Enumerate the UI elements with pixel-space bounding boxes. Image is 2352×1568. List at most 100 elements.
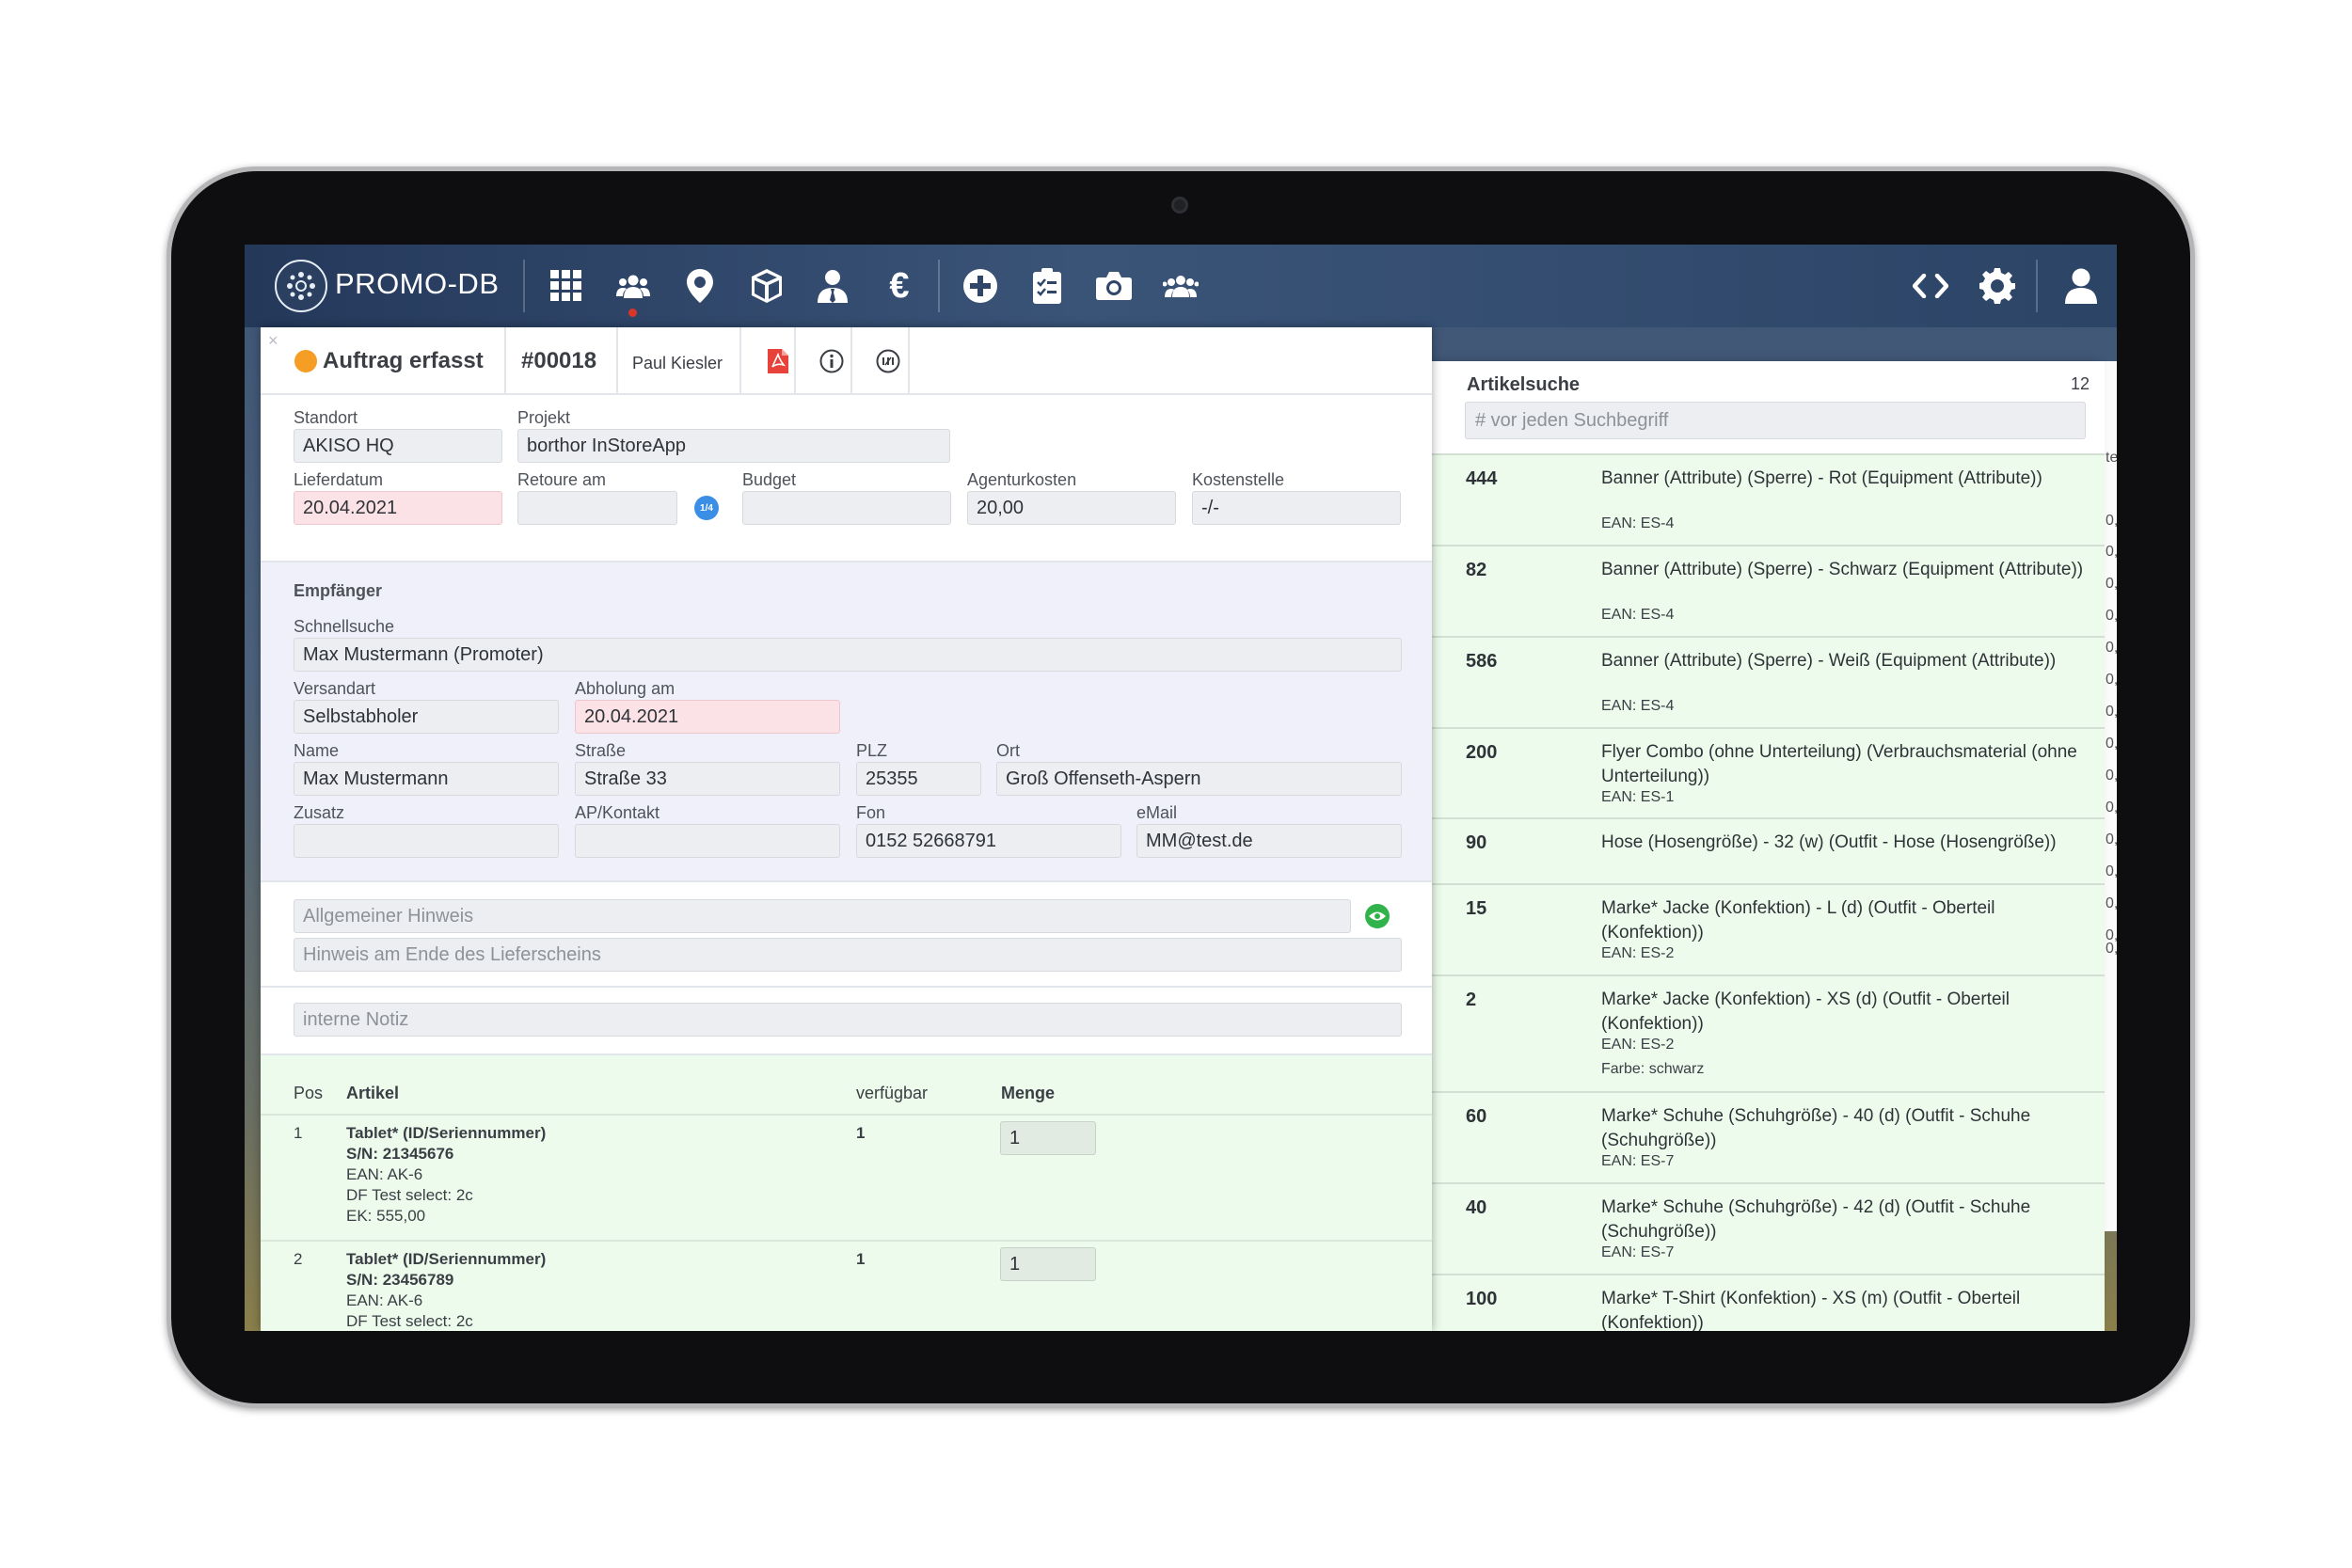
name-field[interactable]: Max Mustermann [294,762,559,796]
plus-circle-icon[interactable] [958,263,1003,309]
article-list-item[interactable]: 60 Marke* Schuhe (Schuhgröße) - 40 (d) (… [1432,1091,2105,1182]
article-name: Banner (Attribute) (Sperre) - Schwarz (E… [1601,560,2084,579]
versandart-field[interactable]: Selbstabholer [294,700,559,734]
kostenstelle-label: Kostenstelle [1192,470,1285,489]
order-status-title: Auftrag erfasst [323,348,484,373]
article-ean: EAN: ES-4 [1601,698,1675,714]
projekt-field[interactable]: borthor InStoreApp [517,429,950,463]
edge-fragment: 0,0 [2106,513,2117,529]
article-name: Banner (Attribute) (Sperre) - Rot (Equip… [1601,468,2042,488]
standort-field[interactable]: AKISO HQ [294,429,502,463]
location-pin-icon[interactable] [677,263,723,309]
internal-note-input[interactable]: interne Notiz [294,1003,1402,1037]
ort-label: Ort [996,741,1020,760]
user-tie-icon[interactable] [810,263,855,309]
article-search-input[interactable]: # vor jeden Suchbegriff [1465,402,2086,439]
budget-label: Budget [742,470,797,489]
edge-fragment: 0,0 [2106,800,2117,816]
info-icon[interactable] [815,344,849,378]
zusatz-field[interactable] [294,824,559,858]
active-indicator-dot [628,309,637,317]
projekt-label: Projekt [517,408,571,427]
fon-field[interactable]: 0152 52668791 [856,824,1121,858]
fon-label: Fon [856,803,886,822]
retoure-field[interactable] [517,491,677,525]
order-version-icon[interactable] [871,344,905,378]
article-list-item[interactable]: 2 Marke* Jacke (Konfektion) - XS (d) (Ou… [1432,974,2105,1091]
lieferdatum-field[interactable]: 20.04.2021 [294,491,502,525]
strasse-field[interactable]: Straße 33 [575,762,840,796]
edge-fragment: te [2106,450,2117,466]
code-icon[interactable] [1908,263,1953,309]
article-ean: EAN: ES-4 [1601,515,1675,531]
email-field[interactable]: MM@test.de [1136,824,1402,858]
gear-icon[interactable] [1975,263,2020,309]
close-icon[interactable]: × [268,331,278,351]
euro-icon[interactable]: € [877,263,922,309]
article-list-item[interactable]: 90 Hose (Hosengröße) - 32 (w) (Outfit - … [1432,817,2105,883]
budget-field[interactable] [742,491,951,525]
ort-field[interactable]: Groß Offenseth-Aspern [996,762,1402,796]
end-note-input[interactable]: Hinweis am Ende des Lieferscheins [294,938,1402,972]
edge-fragment: 0,0 [2106,608,2117,624]
article-list-item[interactable]: 40 Marke* Schuhe (Schuhgröße) - 42 (d) (… [1432,1182,2105,1274]
row-divider [261,1240,1432,1242]
grid-icon[interactable] [544,263,589,309]
article-qty: 2 [1466,990,1477,1010]
logo[interactable] [275,260,327,312]
logo-emblem-icon [287,272,315,300]
article-list-item[interactable]: 444 Banner (Attribute) (Sperre) - Rot (E… [1432,453,2105,545]
quantity-input[interactable]: 1 [1000,1121,1096,1155]
header-divider [616,327,618,395]
row-divider [261,1114,1432,1116]
article-ean: EAN: ES-7 [1601,1244,1675,1260]
edge-fragment: 0,0 [2106,544,2117,560]
retoure-badge[interactable]: 1/4 [694,496,719,520]
camera-lens [1171,197,1188,214]
user-icon[interactable] [2058,263,2104,309]
group-icon[interactable] [1158,263,1203,309]
abholung-field[interactable]: 20.04.2021 [575,700,840,734]
schnellsuche-field[interactable]: Max Mustermann (Promoter) [294,638,1402,672]
plz-field[interactable]: 25355 [856,762,981,796]
order-user: Paul Kiesler [632,354,723,372]
article-color: Farbe: schwarz [1601,1061,1705,1077]
recipient-title: Empfänger [294,581,383,600]
article-name: Marke* T-Shirt (Konfektion) - XS (m) (Ou… [1601,1289,2021,1331]
ap-kontakt-label: AP/Kontakt [575,803,660,822]
article-ean: EAN: ES-7 [1601,1153,1675,1169]
agenturkosten-field[interactable]: 20,00 [967,491,1176,525]
header-divider [739,327,741,395]
general-note-input[interactable]: Allgemeiner Hinweis [294,899,1351,933]
article-name: Marke* Jacke (Konfektion) - XS (d) (Outf… [1601,990,2010,1034]
checklist-icon[interactable] [1025,263,1070,309]
ap-kontakt-field[interactable] [575,824,840,858]
article-list-item[interactable]: 15 Marke* Jacke (Konfektion) - L (d) (Ou… [1432,883,2105,974]
eye-icon[interactable] [1365,904,1390,928]
edge-fragment: 0,0 [2106,576,2117,592]
edge-fragment: 0,0 [2106,768,2117,784]
header-divider [504,327,506,395]
article-list-item[interactable]: 82 Banner (Attribute) (Sperre) - Schwarz… [1432,545,2105,636]
nav-separator [523,260,525,312]
nav-separator [938,260,940,312]
article-name: Flyer Combo (ohne Unterteilung) (Verbrau… [1601,742,2077,786]
box-icon[interactable] [744,263,789,309]
article-list-item[interactable]: 200 Flyer Combo (ohne Unterteilung) (Ver… [1432,727,2105,817]
schnellsuche-label: Schnellsuche [294,617,395,636]
article-name: Marke* Schuhe (Schuhgröße) - 40 (d) (Out… [1601,1106,2031,1150]
quantity-input[interactable]: 1 [1000,1247,1096,1281]
agenturkosten-label: Agenturkosten [967,470,1077,489]
kostenstelle-field[interactable]: -/- [1192,491,1401,525]
article-qty: 586 [1466,651,1498,672]
position-df: DF Test select: 2c [346,1186,473,1204]
users-icon[interactable] [611,263,656,309]
header-divider [850,327,852,395]
article-qty: 444 [1466,468,1498,489]
camera-icon[interactable] [1091,263,1136,309]
column-header-pos: Pos [294,1084,324,1102]
pdf-icon[interactable] [761,344,795,378]
article-ean: EAN: ES-4 [1601,607,1675,623]
article-list-item[interactable]: 586 Banner (Attribute) (Sperre) - Weiß (… [1432,636,2105,727]
article-list-item[interactable]: 100 Marke* T-Shirt (Konfektion) - XS (m)… [1432,1274,2105,1331]
